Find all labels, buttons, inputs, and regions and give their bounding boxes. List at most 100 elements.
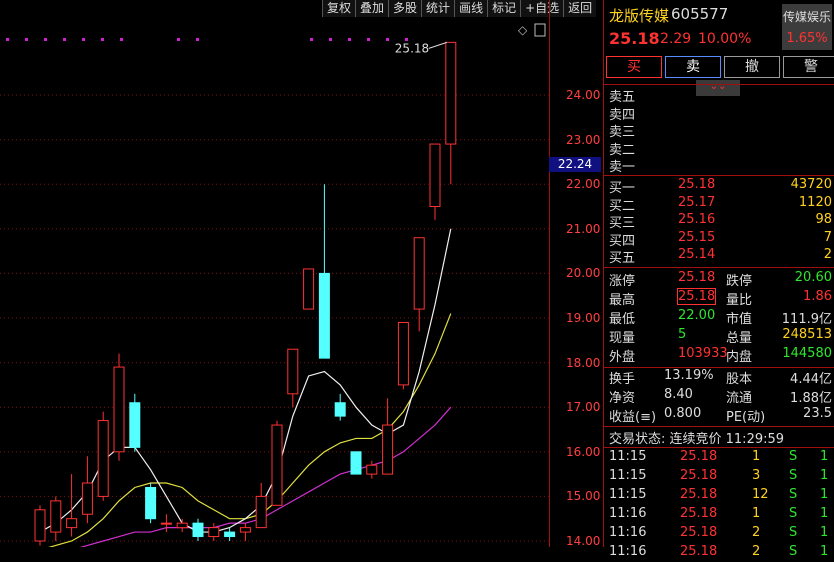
stat-value: 144580	[782, 346, 832, 361]
candle-body	[445, 41, 457, 145]
candle-body	[255, 495, 267, 529]
fund-value: 1.88亿	[790, 391, 832, 406]
candle-body	[303, 268, 315, 310]
restore-rights-button[interactable]: 复权	[322, 0, 356, 17]
cancel-order-button[interactable]: 撤	[724, 56, 780, 78]
marker-dot	[82, 38, 85, 41]
candle-body	[397, 321, 409, 386]
candle-body	[192, 522, 204, 538]
trade-status-label: 交易状态: 连续竞价 11:29:59	[609, 432, 785, 447]
bid-price: 25.14	[678, 247, 716, 263]
bid-label: 买四	[609, 233, 636, 249]
kline-chart-panel[interactable]: 25.18 ◇ 复权 叠加 多股 统计 画线 标记 +自选 返回	[0, 0, 597, 547]
stat-key: 总量	[726, 331, 753, 346]
stat-value: 20.60	[794, 270, 832, 285]
tick-row: 11:15 25.18 12 S 1	[604, 487, 834, 505]
multi-stock-button[interactable]: 多股	[388, 0, 422, 17]
tick-row: 11:16 25.18 2 S 1	[604, 525, 834, 543]
y-tick-label: 19.00	[566, 311, 601, 325]
bid-label: 买五	[609, 251, 636, 267]
tick-side: S	[789, 449, 798, 464]
overlay-button[interactable]: 叠加	[355, 0, 389, 17]
candle-body	[145, 486, 157, 520]
stock-code: 605577	[671, 5, 729, 23]
stat-key: 跌停	[726, 274, 753, 289]
candle-body	[382, 424, 394, 475]
bid-volume: 1120	[798, 194, 832, 210]
tick-time: 11:15	[609, 468, 647, 483]
stat-row: 最高 25.18 量比 1.86	[604, 288, 834, 308]
price-change-pct: 10.00%	[698, 31, 752, 47]
tick-side: S	[789, 487, 798, 502]
bid-price: 25.15	[678, 229, 716, 245]
divider	[604, 175, 834, 176]
alert-button[interactable]: 警	[783, 56, 834, 78]
tick-count: 1	[820, 449, 829, 464]
candle-body	[66, 518, 78, 529]
fund-row: 净资 8.40 流通 1.88亿	[604, 387, 834, 406]
tick-volume: 2	[752, 544, 761, 559]
fund-value: 8.40	[664, 387, 693, 402]
stat-row: 现量 5 总量 248513	[604, 327, 834, 346]
last-price-label: 25.18	[395, 41, 429, 55]
y-tick-label: 16.00	[566, 444, 601, 459]
buy-button[interactable]: 买	[606, 56, 662, 78]
y-tick-label: 18.00	[566, 355, 601, 370]
fund-key: 股本	[726, 372, 753, 387]
y-tick-label: 14.00	[566, 534, 601, 548]
stat-key: 市值	[726, 312, 753, 327]
ask-label: 卖五	[609, 90, 636, 105]
fund-key: 净资	[609, 391, 636, 406]
sector-badge[interactable]: 传媒娱乐 1.65%	[782, 4, 832, 50]
candle-body	[239, 527, 251, 533]
ask-row: 卖四	[604, 104, 834, 123]
tick-price: 25.18	[680, 544, 718, 559]
bid-row: 买三 25.16 98	[604, 212, 834, 231]
candle-body	[129, 402, 141, 448]
stat-key: 最高	[609, 293, 636, 308]
fund-key: 换手	[609, 372, 636, 387]
tick-price: 25.18	[680, 525, 718, 540]
tick-side: S	[789, 544, 798, 559]
kline-chart[interactable]: 25.18 ◇	[0, 0, 549, 547]
bid-row: 买四 25.15 7	[604, 229, 834, 249]
tick-time: 11:15	[609, 449, 647, 464]
stat-row: 涨停 25.18 跌停 20.60	[604, 270, 834, 289]
statistics-button[interactable]: 统计	[421, 0, 455, 17]
stock-name: 龙版传媒	[609, 7, 670, 25]
tick-volume: 2	[752, 525, 761, 540]
stat-row: 最低 22.00 市值 111.9亿	[604, 308, 834, 327]
tick-price: 25.18	[680, 468, 718, 483]
bid-volume: 98	[815, 212, 832, 228]
candle-body	[334, 402, 346, 417]
fund-row: 换手 13.19% 股本 4.44亿	[604, 368, 834, 387]
bid-volume: 2	[823, 247, 832, 263]
stat-value: 111.9亿	[781, 312, 832, 327]
sector-pct: 1.65%	[786, 31, 828, 46]
sell-button[interactable]: 卖	[665, 56, 721, 78]
draw-line-button[interactable]: 画线	[454, 0, 488, 17]
fund-key: 流通	[726, 391, 753, 406]
marker-dot	[348, 38, 351, 41]
bid-row: 买五 25.14 2	[604, 247, 834, 267]
tick-volume: 1	[752, 449, 761, 464]
marker-dot	[101, 38, 104, 41]
tick-side: S	[789, 506, 798, 521]
fund-key: 收益(≡)	[609, 410, 657, 425]
tick-side: S	[789, 525, 798, 540]
tick-row: 11:15 25.18 1 S 1	[604, 449, 834, 467]
mark-button[interactable]: 标记	[487, 0, 521, 17]
tick-count: 1	[820, 544, 829, 559]
bid-price: 25.16	[678, 212, 716, 228]
fund-value: 4.44亿	[790, 372, 832, 387]
tick-side: S	[789, 468, 798, 483]
divider	[604, 267, 834, 268]
tick-time: 11:16	[609, 544, 647, 559]
fund-row: 收益(≡) 0.800 PE(动) 23.5	[604, 406, 834, 425]
marker-dot	[329, 38, 332, 41]
price-axis: 24.00 23.00 22.00 21.00 20.00 19.00 18.00 17.00…	[549, 0, 603, 548]
trade-status: 交易状态: 连续竞价 11:29:59	[604, 428, 834, 447]
marker-dot	[120, 38, 123, 41]
stat-value: 248513	[782, 327, 832, 342]
tick-count: 1	[820, 506, 829, 521]
